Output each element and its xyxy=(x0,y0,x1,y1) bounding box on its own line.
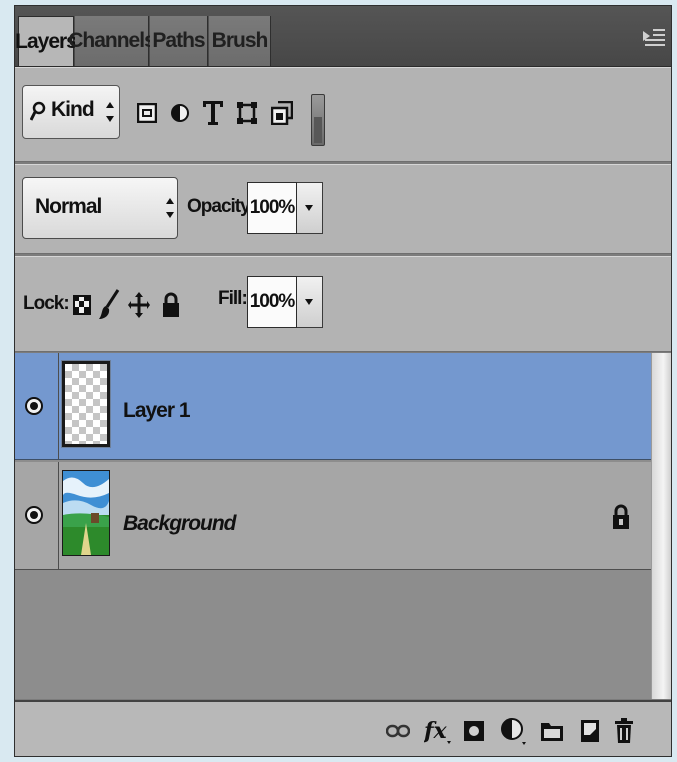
fill-dropdown-button[interactable] xyxy=(297,276,323,328)
kind-filter-select[interactable]: Kind xyxy=(22,85,120,139)
adjustment-layer-icon[interactable] xyxy=(500,716,530,746)
layers-panel: Layers Channels Paths Brush Kind Normal … xyxy=(14,5,672,757)
fill-input[interactable]: 100% xyxy=(247,276,297,328)
search-icon xyxy=(30,101,46,121)
background-thumbnail xyxy=(62,470,110,556)
filter-row: Kind xyxy=(15,67,671,162)
panel-bottom-bar: fx xyxy=(15,700,671,756)
new-group-icon[interactable] xyxy=(539,716,565,746)
panel-menu-icon[interactable] xyxy=(643,28,665,46)
fx-icon[interactable]: fx xyxy=(424,716,454,746)
layer-list: Layer 1 Background xyxy=(15,353,671,699)
delete-icon[interactable] xyxy=(611,716,637,746)
tab-layers[interactable]: Layers xyxy=(15,16,78,66)
opacity-dropdown-button[interactable] xyxy=(297,182,323,234)
kind-label: Kind xyxy=(51,98,95,121)
lock-all-icon[interactable] xyxy=(159,287,183,323)
layer-list-scrollbar[interactable] xyxy=(651,353,671,699)
blend-row: Normal Opacity: 100% xyxy=(15,164,671,254)
layer-name[interactable]: Layer 1 xyxy=(123,399,191,423)
smart-object-filter-icon[interactable] xyxy=(268,93,296,133)
lock-icon xyxy=(613,504,629,529)
type-filter-icon[interactable] xyxy=(199,93,227,133)
link-layers-icon[interactable] xyxy=(385,716,411,746)
lock-transparent-icon[interactable] xyxy=(70,287,94,323)
layer-row-background[interactable]: Background xyxy=(15,462,653,570)
shape-filter-icon[interactable] xyxy=(233,93,261,133)
new-layer-icon[interactable] xyxy=(577,716,603,746)
layer-row-layer-1[interactable]: Layer 1 xyxy=(15,353,653,460)
lock-label: Lock: xyxy=(23,293,70,314)
layer-name[interactable]: Background xyxy=(123,512,237,536)
fill-label: Fill: xyxy=(218,288,248,309)
opacity-label: Opacity: xyxy=(187,196,256,217)
spinner-arrows-icon xyxy=(105,102,115,122)
eye-icon[interactable] xyxy=(25,397,43,415)
blend-mode-value: Normal xyxy=(35,195,102,218)
panel-tab-bar: Layers Channels Paths Brush xyxy=(15,6,671,67)
lock-row: Lock: Fill: 100% xyxy=(15,256,671,352)
lock-position-icon[interactable] xyxy=(127,287,151,323)
image-filter-icon[interactable] xyxy=(133,93,161,133)
visibility-column xyxy=(15,462,59,569)
spinner-arrows-icon xyxy=(165,198,175,218)
tab-channels[interactable]: Channels xyxy=(68,16,156,66)
opacity-input[interactable]: 100% xyxy=(247,182,297,234)
tab-brush[interactable]: Brush xyxy=(209,16,271,66)
filter-toggle-switch[interactable] xyxy=(311,94,325,146)
blend-mode-select[interactable]: Normal xyxy=(22,177,178,239)
eye-icon[interactable] xyxy=(25,506,43,524)
tab-paths[interactable]: Paths xyxy=(150,16,208,66)
adjustment-filter-icon[interactable] xyxy=(166,93,194,133)
lock-image-icon[interactable] xyxy=(97,287,121,323)
add-mask-icon[interactable] xyxy=(461,716,487,746)
visibility-column xyxy=(15,353,59,459)
layer-thumbnail xyxy=(61,360,111,448)
svg-text:fx: fx xyxy=(424,718,447,744)
